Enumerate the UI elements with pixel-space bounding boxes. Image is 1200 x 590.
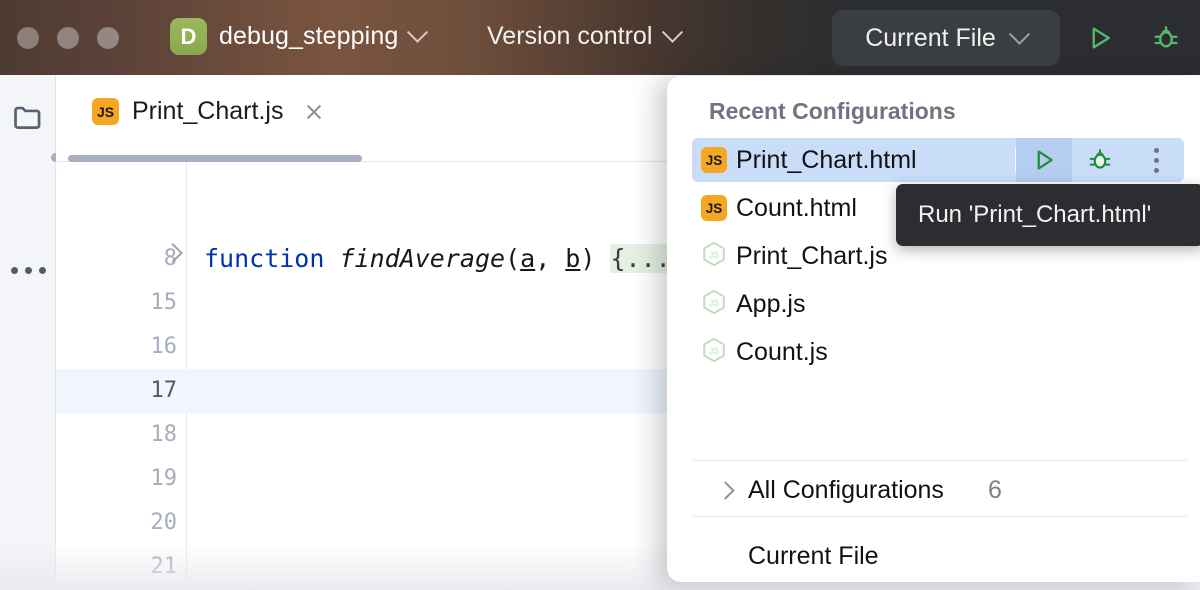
run-configuration-label: Current File [865, 24, 996, 53]
project-name: debug_stepping [219, 22, 398, 51]
bug-icon [1086, 146, 1114, 174]
sidebar-item-project[interactable] [0, 93, 56, 143]
line-number: 21 [77, 545, 177, 589]
ellipsis-icon [11, 267, 46, 274]
config-row-count-js[interactable]: JS Count.js [692, 330, 1184, 374]
line-number: 17 [77, 369, 177, 413]
chevron-down-icon [1009, 23, 1030, 44]
nodejs-file-icon: JS [700, 240, 728, 273]
debug-configuration-button[interactable] [1072, 138, 1128, 182]
run-configuration-selector[interactable]: Current File [832, 10, 1060, 66]
svg-text:JS: JS [709, 345, 719, 355]
js-file-icon: JS [92, 98, 119, 125]
title-bar: D debug_stepping Version control Current… [0, 0, 1200, 75]
debug-button[interactable] [1144, 16, 1188, 60]
more-options-icon [1154, 148, 1159, 173]
js-html-file-icon: JS [701, 147, 727, 173]
config-label: Count.js [736, 338, 828, 367]
close-window-button[interactable] [17, 27, 39, 49]
chevron-down-icon [662, 22, 683, 43]
line-number: 18 [77, 413, 177, 457]
divider [692, 460, 1188, 461]
editor-tab-label: Print_Chart.js [132, 97, 283, 126]
minimize-window-button[interactable] [57, 27, 79, 49]
version-control-label: Version control [487, 22, 652, 51]
line-number: 8 [77, 237, 177, 281]
all-configurations-label: All Configurations [748, 476, 944, 505]
config-row-app-js[interactable]: JS App.js [692, 282, 1184, 326]
traffic-lights [17, 27, 119, 49]
config-label: Count.html [736, 194, 857, 223]
config-icon: JS [692, 240, 736, 273]
svg-text:JS: JS [709, 249, 719, 259]
line-number: 16 [77, 325, 177, 369]
ide-window: D debug_stepping Version control Current… [0, 0, 1200, 590]
config-label: Print_Chart.html [736, 146, 917, 175]
zoom-window-button[interactable] [97, 27, 119, 49]
run-triangle-icon [1085, 23, 1115, 53]
code-text[interactable]: function findAverage(a, b) {... [204, 237, 671, 281]
config-icon: JS [692, 147, 736, 173]
more-options-button[interactable] [1128, 138, 1184, 182]
config-row-print-chart-html[interactable]: JS Print_Chart.html [692, 138, 1184, 182]
svg-text:JS: JS [709, 297, 719, 307]
chevron-down-icon [407, 22, 428, 43]
nodejs-file-icon: JS [700, 336, 728, 369]
run-triangle-icon [1030, 146, 1058, 174]
chevron-right-icon [716, 481, 734, 499]
run-configurations-popup: Recent Configurations JS Print_Chart.html… [667, 76, 1200, 582]
editor-tab-print-chart-js[interactable]: JS Print_Chart.js [92, 97, 326, 126]
menu-item-all-configurations[interactable]: All Configurations 6 [692, 468, 1184, 512]
close-icon[interactable] [302, 100, 326, 124]
version-control-menu[interactable]: Version control [487, 22, 680, 51]
nodejs-file-icon: JS [700, 288, 728, 321]
project-selector[interactable]: D debug_stepping [170, 18, 425, 55]
sidebar-item-more[interactable] [0, 245, 56, 295]
run-configuration-button[interactable] [1016, 138, 1072, 182]
current-file-label: Current File [748, 542, 879, 571]
tool-window-sidebar [0, 75, 56, 590]
divider [692, 516, 1188, 517]
run-button[interactable] [1078, 16, 1122, 60]
js-html-file-icon: JS [701, 195, 727, 221]
project-badge-icon: D [170, 18, 207, 55]
tooltip-text: Run 'Print_Chart.html' [896, 201, 1151, 229]
config-row-actions [1015, 138, 1184, 182]
config-icon: JS [692, 336, 736, 369]
config-label: App.js [736, 290, 805, 319]
config-label: Print_Chart.js [736, 242, 887, 271]
folder-icon [11, 101, 45, 135]
line-number: 19 [77, 457, 177, 501]
bug-icon [1151, 23, 1181, 53]
popup-title: Recent Configurations [709, 98, 956, 125]
line-number: 20 [77, 501, 177, 545]
config-icon: JS [692, 288, 736, 321]
all-configurations-count: 6 [988, 476, 1002, 505]
config-icon: JS [692, 195, 736, 221]
menu-item-current-file[interactable]: Current File [692, 534, 1184, 578]
run-tooltip: Run 'Print_Chart.html' [896, 184, 1200, 246]
action-separator [1015, 147, 1016, 173]
editor-horizontal-scrollbar[interactable] [68, 155, 362, 162]
line-number: 15 [77, 281, 177, 325]
